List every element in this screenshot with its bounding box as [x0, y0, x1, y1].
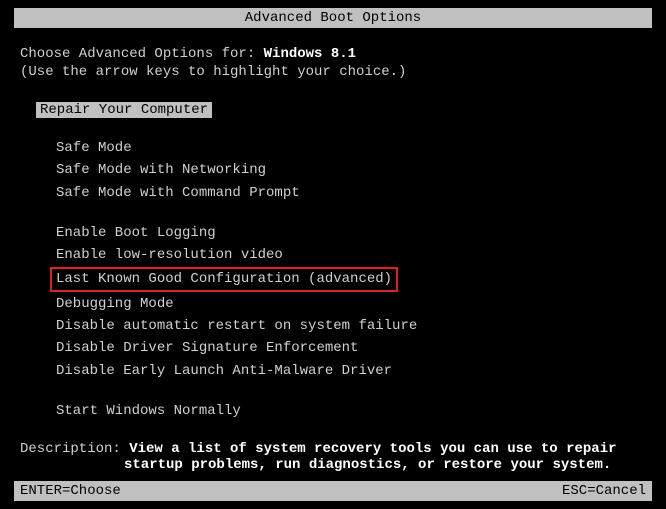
highlighted-option-box: Last Known Good Configuration (advanced) [50, 267, 398, 291]
option-disable-driver-signature-enforcement[interactable]: Disable Driver Signature Enforcement [56, 338, 646, 358]
prompt-line: Choose Advanced Options for: Windows 8.1 [20, 46, 646, 62]
option-enable-boot-logging[interactable]: Enable Boot Logging [56, 223, 646, 243]
content-area: Choose Advanced Options for: Windows 8.1… [0, 28, 666, 421]
description-line1: View a list of system recovery tools you… [129, 441, 616, 457]
footer-enter-choose: ENTER=Choose [20, 483, 121, 499]
option-disable-automatic-restart[interactable]: Disable automatic restart on system fail… [56, 316, 646, 336]
option-debugging-mode[interactable]: Debugging Mode [56, 294, 646, 314]
title-bar: Advanced Boot Options [14, 8, 652, 28]
option-last-known-good-configuration[interactable]: Last Known Good Configuration (advanced) [56, 267, 646, 291]
option-start-windows-normally[interactable]: Start Windows Normally [56, 401, 646, 421]
option-enable-low-resolution-video[interactable]: Enable low-resolution video [56, 245, 646, 265]
footer-bar: ENTER=Choose ESC=Cancel [14, 481, 652, 501]
description-section: Description: View a list of system recov… [0, 441, 666, 473]
os-name: Windows 8.1 [264, 46, 356, 62]
option-disable-early-launch-antimalware[interactable]: Disable Early Launch Anti-Malware Driver [56, 361, 646, 381]
option-safe-mode-command-prompt[interactable]: Safe Mode with Command Prompt [56, 183, 646, 203]
option-repair-your-computer[interactable]: Repair Your Computer [36, 102, 212, 118]
description-line2: startup problems, run diagnostics, or re… [124, 457, 646, 473]
prompt-prefix: Choose Advanced Options for: [20, 46, 264, 62]
description-label: Description: [20, 441, 129, 457]
footer-esc-cancel: ESC=Cancel [562, 483, 646, 499]
option-safe-mode-networking[interactable]: Safe Mode with Networking [56, 160, 646, 180]
instructions-text: (Use the arrow keys to highlight your ch… [20, 64, 646, 80]
option-safe-mode[interactable]: Safe Mode [56, 138, 646, 158]
options-list: Safe Mode Safe Mode with Networking Safe… [56, 138, 646, 421]
page-title: Advanced Boot Options [245, 10, 421, 26]
